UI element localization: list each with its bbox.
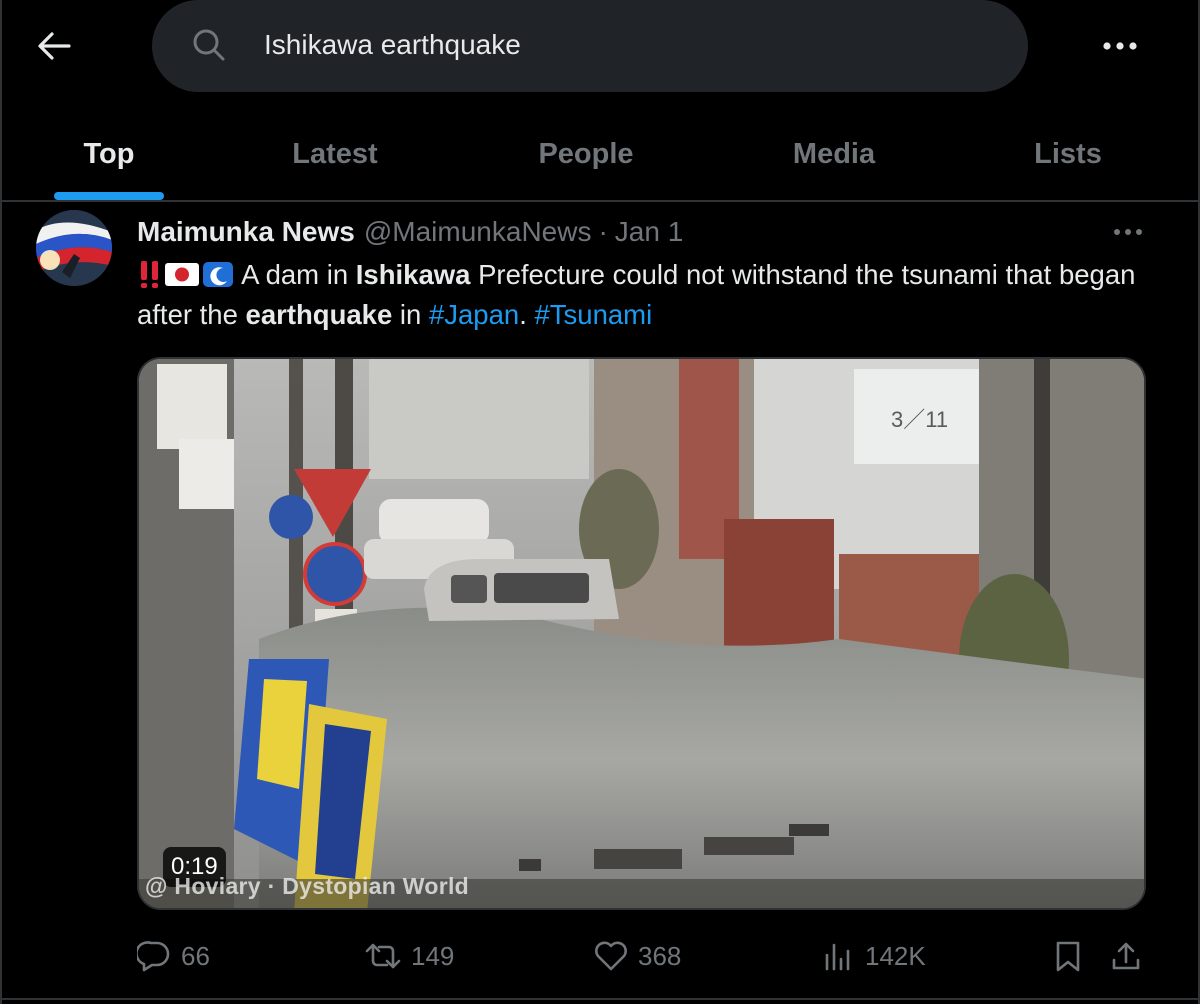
search-tabs: Top Latest People Media Lists [2,108,1198,202]
tweet-text-bold: earthquake [245,299,393,330]
back-button[interactable] [30,24,78,68]
tweet-text-part: in [392,299,429,330]
tab-top[interactable]: Top [52,108,166,200]
reply-button[interactable]: 66 [137,934,210,978]
repost-button[interactable]: 149 [365,934,454,978]
tweet-text-part: . [519,299,535,330]
header-separator: · [598,216,608,247]
author-handle[interactable]: @MaimunkaNews [364,216,592,248]
more-dots-icon [1103,42,1137,50]
view-count: 142K [865,940,926,971]
tweet-text-bold: Ishikawa [355,259,471,290]
hashtag-link[interactable]: #Japan [429,299,519,330]
tab-media[interactable]: Media [764,108,904,200]
tweet-header: Maimunka News @MaimunkaNews · Jan 1 [137,212,683,252]
japan-flag-icon [165,262,199,286]
bookmark-icon [1056,941,1080,972]
sign-text: 3／11 [891,407,948,432]
search-icon [193,29,225,61]
tab-people[interactable]: People [508,108,664,200]
active-tab-indicator [54,192,164,200]
divider [2,998,1198,1000]
reply-icon [137,941,170,972]
views-button[interactable]: 142K [823,934,926,978]
like-count: 368 [638,940,682,971]
arrow-left-icon [38,32,71,60]
wave-icon [203,261,233,287]
avatar[interactable] [36,210,112,286]
author-name[interactable]: Maimunka News [137,216,355,248]
more-dots-icon [1114,229,1142,235]
video-watermark: @ Hoviary · Dystopian World [145,873,470,899]
tweet-date[interactable]: Jan 1 [615,216,684,248]
repost-icon [365,943,401,969]
like-button[interactable]: 368 [594,934,681,978]
tweet-text-part: A dam in [235,259,356,290]
bookmark-button[interactable] [1054,934,1082,978]
heart-icon [595,941,627,971]
tab-latest[interactable]: Latest [268,108,402,200]
reply-count: 66 [181,940,210,971]
share-button[interactable] [1110,934,1142,978]
video-thumbnail: 3／11 [139,359,1144,908]
share-icon [1112,942,1140,970]
search-input[interactable] [264,22,964,68]
double-exclamation-icon [141,260,158,288]
tweet-more-button[interactable] [1106,218,1150,246]
tweet-text: A dam in Ishikawa Prefecture could not w… [137,255,1137,335]
repost-count: 149 [411,940,455,971]
search-bar[interactable] [152,0,1028,92]
video-player[interactable]: 3／11 0:19 @ Hoviary · Dystopian World [137,357,1146,910]
views-chart-icon [825,943,850,971]
more-options-button[interactable] [1094,24,1146,68]
tab-lists[interactable]: Lists [1014,108,1122,200]
hashtag-link[interactable]: #Tsunami [534,299,652,330]
